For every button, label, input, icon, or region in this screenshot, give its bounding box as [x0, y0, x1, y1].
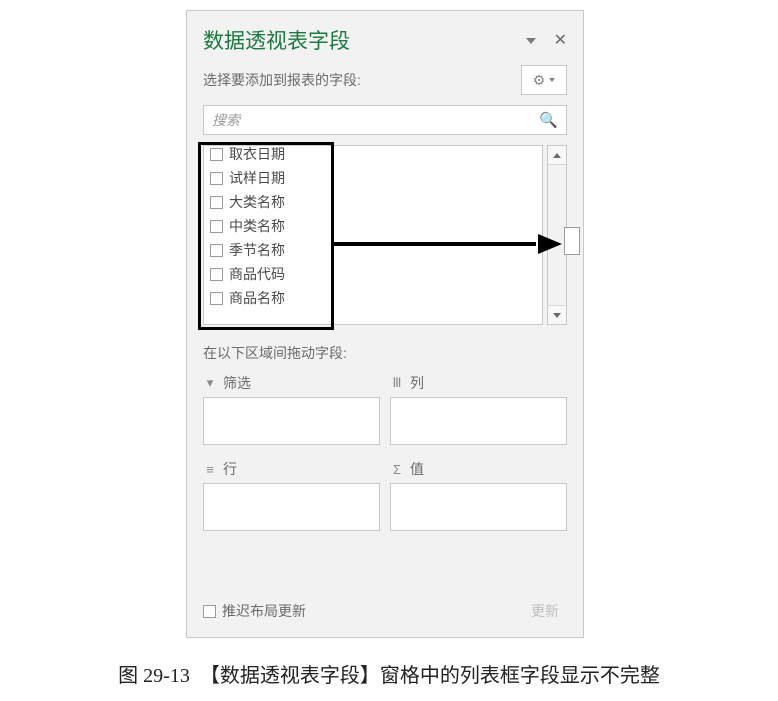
values-label: 值 [410, 459, 424, 479]
rows-label: 行 [223, 459, 237, 479]
chevron-down-icon [549, 78, 555, 82]
field-list-container: 取衣日期 试样日期 大类名称 中类名称 季节名称 [203, 145, 567, 325]
values-zone: Σ 值 [390, 459, 567, 531]
pivot-fields-pane: 数据透视表字段 ✕ 选择要添加到报表的字段: ⚙ 搜索 🔍 取衣日期 [186, 10, 584, 638]
field-label: 商品名称 [229, 288, 285, 308]
update-button[interactable]: 更新 [523, 597, 567, 625]
field-list[interactable]: 取衣日期 试样日期 大类名称 中类名称 季节名称 [203, 145, 543, 325]
field-label: 取衣日期 [229, 145, 285, 164]
search-icon: 🔍 [539, 111, 558, 129]
rows-dropbox[interactable] [203, 483, 380, 531]
pane-header: 数据透视表字段 ✕ [187, 11, 583, 61]
scroll-down-button[interactable] [548, 305, 566, 324]
defer-label: 推迟布局更新 [222, 601, 306, 621]
filter-zone: ▾ 筛选 [203, 373, 380, 445]
field-item[interactable]: 商品名称 [210, 286, 536, 310]
checkbox[interactable] [210, 196, 223, 209]
field-item[interactable]: 商品代码 [210, 262, 536, 286]
field-label: 大类名称 [229, 192, 285, 212]
rows-icon: ≡ [203, 462, 217, 477]
rows-zone: ≡ 行 [203, 459, 380, 531]
checkbox[interactable] [210, 244, 223, 257]
triangle-up-icon [553, 153, 561, 158]
columns-label: 列 [410, 373, 424, 393]
settings-button[interactable]: ⚙ [521, 65, 567, 95]
scroll-up-button[interactable] [548, 146, 566, 165]
field-label: 中类名称 [229, 216, 285, 236]
defer-layout-checkbox[interactable]: 推迟布局更新 [203, 601, 306, 621]
field-label: 商品代码 [229, 264, 285, 284]
triangle-down-icon [553, 313, 561, 318]
pane-controls: ✕ [526, 30, 567, 50]
checkbox[interactable] [210, 172, 223, 185]
checkbox[interactable] [203, 605, 216, 618]
rows-header: ≡ 行 [203, 459, 380, 479]
sigma-icon: Σ [390, 462, 404, 477]
dropdown-icon[interactable] [526, 31, 536, 49]
figure-caption: 图 29-13 【数据透视表字段】窗格中的列表框字段显示不完整 [0, 659, 778, 688]
field-item[interactable]: 大类名称 [210, 190, 536, 214]
checkbox[interactable] [210, 220, 223, 233]
checkbox[interactable] [210, 148, 223, 161]
columns-zone: Ⅲ 列 [390, 373, 567, 445]
filter-dropbox[interactable] [203, 397, 380, 445]
checkbox[interactable] [210, 268, 223, 281]
dropzones: ▾ 筛选 Ⅲ 列 ≡ 行 Σ [203, 373, 567, 531]
values-dropbox[interactable] [390, 483, 567, 531]
filter-label: 筛选 [223, 373, 251, 393]
columns-dropbox[interactable] [390, 397, 567, 445]
filter-header: ▾ 筛选 [203, 373, 380, 393]
close-icon[interactable]: ✕ [554, 30, 567, 50]
filter-icon: ▾ [203, 375, 217, 391]
checkbox[interactable] [210, 292, 223, 305]
pane-title: 数据透视表字段 [203, 25, 350, 55]
subtitle-row: 选择要添加到报表的字段: ⚙ [187, 61, 583, 105]
values-header: Σ 值 [390, 459, 567, 479]
field-item[interactable]: 季节名称 [210, 238, 536, 262]
search-input[interactable]: 搜索 🔍 [203, 105, 567, 135]
field-label: 季节名称 [229, 240, 285, 260]
drag-instruction: 在以下区域间拖动字段: [203, 343, 567, 363]
field-label: 试样日期 [229, 168, 285, 188]
choose-fields-label: 选择要添加到报表的字段: [203, 70, 361, 90]
columns-icon: Ⅲ [390, 375, 404, 391]
field-item[interactable]: 取衣日期 [210, 145, 536, 166]
search-placeholder: 搜索 [212, 110, 240, 130]
columns-header: Ⅲ 列 [390, 373, 567, 393]
footer-row: 推迟布局更新 更新 [203, 597, 567, 625]
field-item[interactable]: 试样日期 [210, 166, 536, 190]
gear-icon: ⚙ [533, 72, 546, 89]
scrollbar[interactable] [547, 145, 567, 325]
field-item[interactable]: 中类名称 [210, 214, 536, 238]
